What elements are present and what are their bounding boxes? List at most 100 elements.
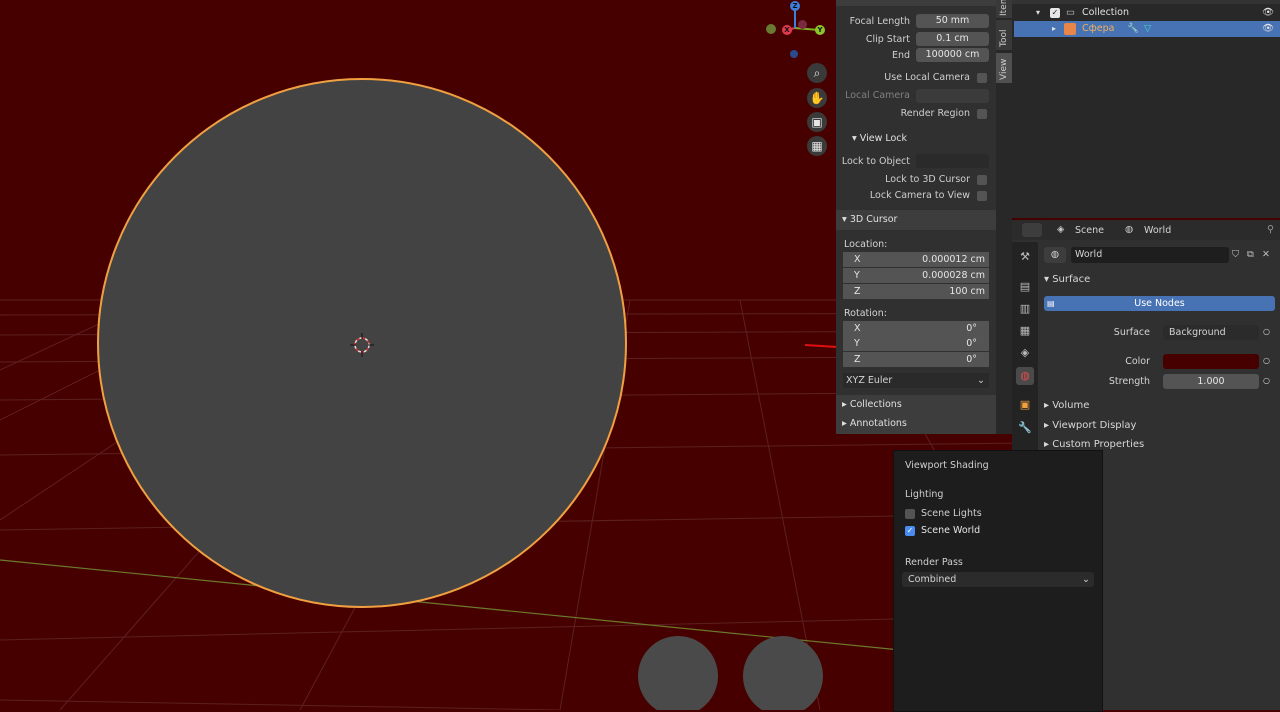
scene-icon: ◈ <box>1057 224 1065 235</box>
breadcrumb-world[interactable]: World <box>1144 225 1171 236</box>
scene-world-label: Scene World <box>921 525 981 536</box>
sidebar-tab-strip: Item Tool View <box>996 0 1012 434</box>
lock-camera-view-label: Lock Camera to View <box>869 190 970 201</box>
world-selector[interactable]: ◍ World ⛉ ⧉ ✕ <box>1044 247 1274 263</box>
strength-field[interactable]: 1.000 <box>1163 374 1259 389</box>
custom-properties-header[interactable]: ▸ Custom Properties <box>1044 439 1144 450</box>
focal-length-field[interactable]: 50 mm <box>916 14 989 28</box>
lock-3d-cursor-checkbox[interactable] <box>977 175 987 185</box>
small-sphere-right[interactable] <box>743 636 823 710</box>
collections-header[interactable]: ▸ Collections <box>836 395 996 415</box>
lock-to-object-field[interactable] <box>916 154 989 168</box>
modifier-wrench-icon[interactable]: 🔧 <box>1016 419 1034 437</box>
visibility-eye-icon[interactable]: 👁 <box>1262 5 1274 21</box>
cursor-location-z[interactable]: Z 100 cm <box>843 284 989 299</box>
scene-properties-icon[interactable]: ◈ <box>1016 344 1034 362</box>
editor-type-icon[interactable] <box>1022 223 1042 237</box>
mesh-object-icon <box>1064 23 1076 35</box>
outliner-object-row[interactable]: ▸ Сфера 🔧 ▽ 👁 <box>1014 21 1280 37</box>
tool-settings-icon[interactable]: ⚒ <box>1016 248 1034 266</box>
chevron-down-icon: ⌄ <box>977 375 985 386</box>
lock-to-object-label: Lock to Object <box>841 156 910 167</box>
duplicate-icon[interactable]: ⧉ <box>1247 249 1254 260</box>
breadcrumb-scene[interactable]: Scene <box>1075 225 1104 236</box>
use-local-camera-label: Use Local Camera <box>884 72 970 83</box>
clip-start-label: Clip Start <box>865 34 910 45</box>
gizmo-neg-y[interactable] <box>766 24 776 34</box>
view-layer-icon[interactable]: ▦ <box>1016 322 1034 340</box>
rotation-label: Rotation: <box>844 308 887 319</box>
lock-camera-view-checkbox[interactable] <box>977 191 987 201</box>
socket-dot-icon[interactable]: ○ <box>1263 356 1270 365</box>
node-tree-icon: ▤ <box>1047 299 1055 308</box>
socket-dot-icon[interactable]: ○ <box>1263 376 1270 385</box>
zoom-icon[interactable]: ⌕ <box>807 63 827 83</box>
pin-icon[interactable]: ⚲ <box>1267 224 1274 235</box>
object-properties-icon[interactable]: ▣ <box>1016 396 1034 414</box>
gizmo-neg-x[interactable] <box>798 20 807 29</box>
volume-panel-header[interactable]: ▸ Volume <box>1044 400 1089 411</box>
strength-label: Strength <box>1108 376 1150 387</box>
world-browse-icon[interactable]: ◍ <box>1044 247 1066 263</box>
gizmo-z-axis[interactable]: Z <box>790 1 800 11</box>
world-color-swatch[interactable] <box>1163 354 1259 369</box>
annotations-header[interactable]: ▸ Annotations <box>836 414 996 434</box>
cursor-rotation-y[interactable]: Y 0° <box>843 336 989 351</box>
mesh-data-icon: ▽ <box>1144 23 1152 34</box>
tab-item[interactable]: Item <box>996 0 1012 18</box>
outliner-collection-row[interactable]: ▾ ✓ ▭ Collection 👁 <box>1014 5 1280 21</box>
surface-shader-dropdown[interactable]: Background <box>1163 325 1259 340</box>
camera-view-icon[interactable]: ▣ <box>807 112 827 132</box>
clip-end-label: End <box>891 50 910 61</box>
pan-hand-icon[interactable]: ✋ <box>807 88 827 108</box>
scene-world-checkbox[interactable]: ✓ <box>905 526 915 536</box>
viewport-display-header[interactable]: ▸ Viewport Display <box>1044 420 1136 431</box>
unlink-x-icon[interactable]: ✕ <box>1262 249 1270 260</box>
gizmo-neg-z[interactable] <box>790 50 798 58</box>
visibility-eye-icon[interactable]: 👁 <box>1262 21 1274 37</box>
render-pass-label: Render Pass <box>905 557 963 568</box>
clip-end-field[interactable]: 100000 cm <box>916 48 989 62</box>
chevron-down-icon: ⌄ <box>1082 574 1090 585</box>
cursor-location-x[interactable]: X 0.000012 cm <box>843 252 989 267</box>
sidebar-view-panel: Focal Length 50 mm Clip Start 0.1 cm End… <box>836 0 996 434</box>
tab-tool[interactable]: Tool <box>996 20 1012 50</box>
fake-user-shield-icon[interactable]: ⛉ <box>1232 249 1239 260</box>
focal-length-label: Focal Length <box>849 16 910 27</box>
use-nodes-button[interactable]: ▤ Use Nodes <box>1044 296 1275 311</box>
small-sphere-left[interactable] <box>638 636 718 710</box>
collection-label: Collection <box>1082 7 1129 18</box>
lighting-label: Lighting <box>905 489 944 500</box>
render-icon[interactable]: ▤ <box>1016 278 1034 296</box>
world-properties-icon[interactable]: ◍ <box>1016 367 1034 385</box>
surface-label: Surface <box>1113 327 1150 338</box>
local-camera-field[interactable] <box>916 89 989 103</box>
use-local-camera-checkbox[interactable] <box>977 73 987 83</box>
render-pass-dropdown[interactable]: Combined ⌄ <box>902 572 1094 587</box>
scene-lights-checkbox[interactable] <box>905 509 915 519</box>
3d-cursor-header[interactable]: ▾ 3D Cursor <box>836 210 996 230</box>
tab-view[interactable]: View <box>996 53 1012 83</box>
modifier-wrench-icon: 🔧 <box>1127 23 1139 34</box>
cursor-rotation-x[interactable]: X 0° <box>843 321 989 336</box>
view-lock-header[interactable]: ▾ View Lock <box>852 133 907 144</box>
selected-sphere[interactable] <box>97 78 627 608</box>
render-region-checkbox[interactable] <box>977 109 987 119</box>
output-icon[interactable]: ▥ <box>1016 300 1034 318</box>
clip-start-field[interactable]: 0.1 cm <box>916 32 989 46</box>
rotation-mode-dropdown[interactable]: XYZ Euler ⌄ <box>843 373 989 388</box>
collection-icon: ▭ <box>1066 7 1075 18</box>
world-name-field[interactable]: World <box>1071 247 1229 263</box>
collection-checkbox[interactable]: ✓ <box>1050 8 1060 18</box>
ortho-grid-icon[interactable]: ▦ <box>807 136 827 156</box>
surface-panel-header[interactable]: ▾ Surface <box>1044 274 1090 285</box>
color-label: Color <box>1125 356 1150 367</box>
cursor-location-y[interactable]: Y 0.000028 cm <box>843 268 989 283</box>
socket-dot-icon[interactable]: ○ <box>1263 327 1270 336</box>
gizmo-y-axis[interactable]: Y <box>815 25 825 35</box>
lock-3d-cursor-label: Lock to 3D Cursor <box>885 174 970 185</box>
cursor-rotation-z[interactable]: Z 0° <box>843 352 989 367</box>
local-camera-label: Local Camera <box>845 90 910 101</box>
gizmo-x-axis[interactable]: X <box>782 25 792 35</box>
location-label: Location: <box>844 239 888 250</box>
